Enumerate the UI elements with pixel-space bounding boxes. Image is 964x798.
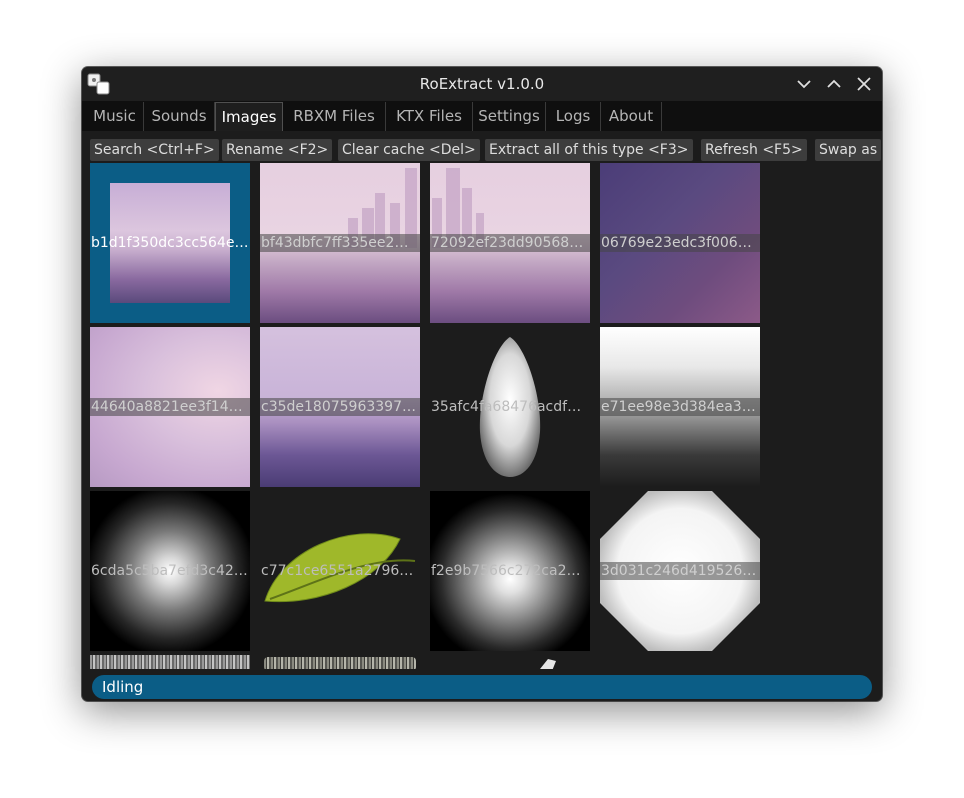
tab-logs[interactable]: Logs — [546, 102, 601, 131]
title-bar[interactable]: RoExtract v1.0.0 — [82, 67, 882, 101]
refresh-button[interactable]: Refresh <F5> — [701, 139, 807, 161]
thumbnail — [260, 655, 420, 669]
image-name: 6cda5c5ba7efd3c42… — [91, 563, 248, 579]
thumbnail — [430, 655, 590, 669]
maximize-button[interactable] — [824, 74, 844, 94]
swap-button[interactable]: Swap as — [815, 139, 882, 161]
image-name: 35afc4fa68476acdf… — [431, 399, 582, 415]
tab-ktx-files[interactable]: KTX Files — [386, 102, 473, 131]
image-name: b1d1f350dc3cc564e… — [91, 235, 249, 251]
image-item[interactable]: 35afc4fa68476acdf… — [430, 327, 590, 487]
image-item[interactable] — [90, 655, 250, 669]
image-name: e71ee98e3d384ea3… — [600, 398, 760, 416]
image-item[interactable]: 3d031c246d419526… — [600, 491, 760, 651]
close-icon — [857, 77, 871, 91]
image-name: 72092ef23dd90568… — [430, 234, 590, 252]
window-title: RoExtract v1.0.0 — [419, 75, 545, 93]
image-item[interactable] — [430, 655, 590, 669]
image-item[interactable]: 44640a8821ee3f14… — [90, 327, 250, 487]
tab-settings[interactable]: Settings — [473, 102, 546, 131]
image-item[interactable]: 72092ef23dd90568… — [430, 163, 590, 323]
tab-about[interactable]: About — [601, 102, 662, 131]
tab-rbxm-files[interactable]: RBXM Files — [283, 102, 386, 131]
close-button[interactable] — [854, 74, 874, 94]
shape-image — [540, 659, 556, 669]
extract-all-button[interactable]: Extract all of this type <F3> — [485, 139, 693, 161]
image-name: 44640a8821ee3f14… — [90, 398, 250, 416]
tab-bar: Music Sounds Images RBXM Files KTX Files… — [82, 101, 882, 131]
image-item[interactable]: f2e9b7566c272ca2… — [430, 491, 590, 651]
image-name: f2e9b7566c272ca2… — [431, 563, 581, 579]
thumbnail — [90, 655, 250, 669]
image-grid[interactable]: b1d1f350dc3cc564e… bf43dbfc7ff335ee2… 72… — [82, 163, 882, 669]
minimize-button[interactable] — [794, 74, 814, 94]
status-bar: Idling — [92, 675, 872, 699]
tab-sounds[interactable]: Sounds — [144, 102, 215, 131]
toolbar: Search <Ctrl+F> Rename <F2> Clear cache … — [82, 131, 882, 163]
image-name: c35de18075963397… — [260, 398, 420, 416]
image-name: 3d031c246d419526… — [600, 562, 760, 580]
noise-strip — [264, 657, 416, 669]
image-item[interactable]: 06769e23edc3f006… — [600, 163, 760, 323]
app-window: RoExtract v1.0.0 Music Sounds Images RBX… — [82, 67, 882, 701]
image-item[interactable]: 6cda5c5ba7efd3c42… — [90, 491, 250, 651]
image-name: 06769e23edc3f006… — [600, 234, 760, 252]
image-item[interactable] — [260, 655, 420, 669]
chevron-up-icon — [827, 79, 841, 88]
tab-images[interactable]: Images — [215, 102, 283, 131]
image-item[interactable]: e71ee98e3d384ea3… — [600, 327, 760, 487]
search-button[interactable]: Search <Ctrl+F> — [90, 139, 219, 161]
image-name: c77c1ce6551a2796… — [261, 563, 414, 579]
image-item[interactable]: c77c1ce6551a2796… — [260, 491, 420, 651]
tab-music[interactable]: Music — [86, 102, 144, 131]
image-item[interactable]: c35de18075963397… — [260, 327, 420, 487]
image-item[interactable]: b1d1f350dc3cc564e… — [90, 163, 250, 323]
chevron-down-icon — [797, 80, 811, 89]
image-item[interactable]: bf43dbfc7ff335ee2… — [260, 163, 420, 323]
image-name: bf43dbfc7ff335ee2… — [260, 234, 420, 252]
clear-cache-button[interactable]: Clear cache <Del> — [338, 139, 480, 161]
rename-button[interactable]: Rename <F2> — [222, 139, 333, 161]
